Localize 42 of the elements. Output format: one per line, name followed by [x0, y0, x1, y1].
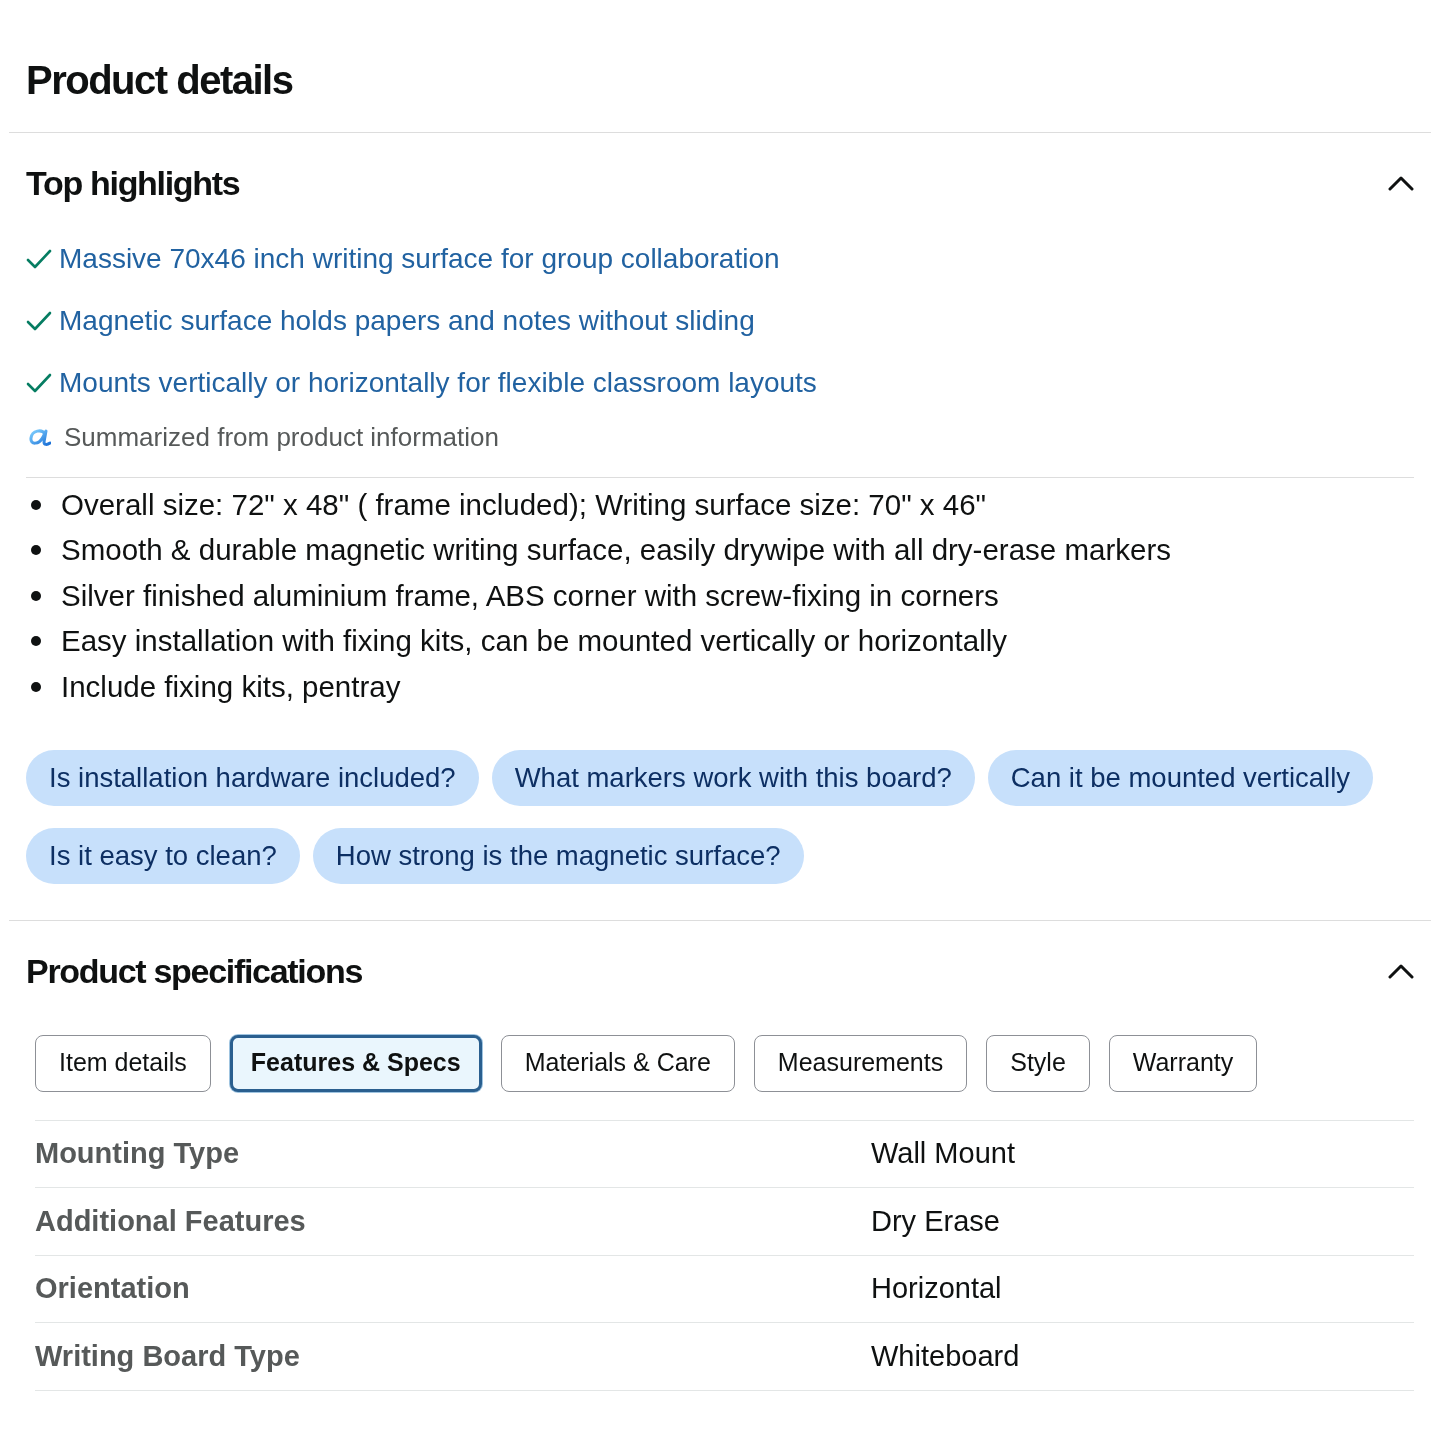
- checkmark-icon: [26, 249, 52, 269]
- chevron-up-icon[interactable]: [1388, 962, 1414, 979]
- bullet-text: Overall size: 72" x 48" ( frame included); Writing surface size: 70" x 46": [61, 486, 987, 523]
- question-chip[interactable]: Can it be mounted vertically: [987, 749, 1374, 806]
- question-chip[interactable]: Is installation hardware included?: [26, 749, 479, 806]
- bullet-icon: [31, 636, 41, 647]
- swirl-icon: [29, 428, 51, 446]
- bullet-text: Easy installation with fixing kits, can be mounted vertically or horizontally: [61, 623, 1008, 660]
- bullet-icon: [31, 545, 41, 556]
- chevron-up-icon[interactable]: [1388, 175, 1414, 191]
- spec-value: Horizontal: [871, 1271, 1002, 1306]
- question-chip[interactable]: What markers work with this board?: [491, 749, 975, 806]
- highlight-text: Massive 70x46 inch writing surface for group collaboration: [59, 242, 780, 276]
- spec-value: Wall Mount: [871, 1136, 1015, 1171]
- spec-label: Additional Features: [35, 1203, 307, 1239]
- bullet-icon: [31, 681, 41, 692]
- highlight-text: Magnetic surface holds papers and notes without sliding: [59, 304, 755, 338]
- checkmark-icon: [26, 373, 52, 393]
- tab[interactable]: Materials & Care: [500, 1034, 735, 1092]
- page-title: Product details: [26, 57, 294, 104]
- spec-value: Dry Erase: [871, 1203, 1000, 1239]
- spec-label: Mounting Type: [35, 1136, 241, 1171]
- tab[interactable]: Style: [986, 1034, 1090, 1092]
- question-chip[interactable]: How strong is the magnetic surface?: [312, 827, 804, 884]
- summary-note: Summarized from product information: [64, 421, 499, 454]
- bullet-icon: [31, 590, 41, 601]
- section-title: Product specifications: [26, 950, 363, 992]
- spec-label: Orientation: [35, 1271, 191, 1306]
- bullet-icon: [31, 499, 41, 510]
- section-title: Top highlights: [26, 163, 240, 204]
- spec-label: Writing Board Type: [35, 1338, 301, 1374]
- question-chip[interactable]: Is it easy to clean?: [26, 827, 300, 884]
- bullet-text: Smooth & durable magnetic writing surface, easily drywipe with all dry-erase markers: [61, 532, 1171, 569]
- tab[interactable]: Warranty: [1108, 1034, 1258, 1092]
- tab[interactable]: Item details: [35, 1034, 211, 1092]
- tab[interactable]: Features & Specs: [229, 1034, 482, 1092]
- tab[interactable]: Measurements: [753, 1034, 968, 1092]
- bullet-text: Include fixing kits, pentray: [61, 668, 401, 705]
- bullet-text: Silver finished aluminium frame, ABS corner with screw-fixing in corners: [61, 577, 999, 614]
- spec-value: Whiteboard: [871, 1338, 1020, 1374]
- highlight-text: Mounts vertically or horizontally for flexible classroom layouts: [59, 366, 817, 400]
- checkmark-icon: [26, 311, 52, 331]
